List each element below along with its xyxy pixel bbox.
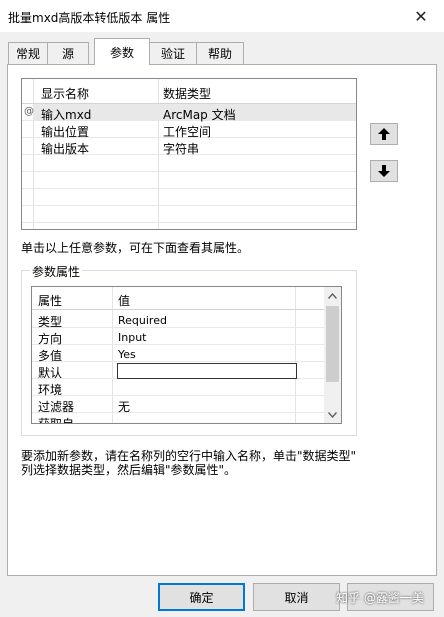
arrow-down-icon [378,165,390,177]
table-row-name[interactable]: 输出版本 [41,140,89,157]
watermark: 知乎 @露酱一美 [336,591,424,605]
property-value-direction[interactable]: Input [118,331,146,344]
property-label: 环境 [38,383,63,397]
tab-validation[interactable]: 验证 [149,42,197,64]
property-label: 多值 [38,349,63,363]
column-header-value[interactable]: 值 [118,292,130,309]
ok-button[interactable]: 确定 [158,583,245,611]
table-row-name[interactable]: 输入mxd [41,106,91,123]
close-icon: ✕ [414,6,428,26]
tab-help[interactable]: 帮助 [196,42,244,64]
window-title: 批量mxd高版本转低版本 属性 [8,11,171,25]
current-row-marker: @ [24,106,34,117]
hint-line: 列选择数据类型，然后编辑"参数属性"。 [21,463,237,477]
column-header-data-type[interactable]: 数据类型 [163,85,211,102]
title-bar: 批量mxd高版本转低版本 属性 ✕ [0,0,444,32]
property-label: 方向 [38,332,63,346]
parameters-grid[interactable]: 显示名称 数据类型 @ 输入mxd ArcMap 文档 输出位置 工作空间 输出… [21,78,357,230]
column-header-property[interactable]: 属性 [38,292,62,309]
cancel-button[interactable]: 取消 [253,583,340,611]
table-row-name[interactable]: 输出位置 [41,123,89,140]
table-row-type[interactable]: 工作空间 [163,123,211,140]
hint-line: 要添加新参数，请在名称列的空行中输入名称，单击"数据类型" [21,449,357,463]
move-down-button[interactable] [370,160,398,182]
property-value-filter[interactable]: 无 [118,398,130,415]
group-legend: 参数属性 [30,263,83,280]
scroll-up-arrow[interactable] [324,287,341,304]
property-label: 获取自 [38,417,75,424]
scrollbar-thumb[interactable] [326,306,339,382]
close-button[interactable]: ✕ [398,0,444,32]
table-row-type[interactable]: 字符串 [163,140,199,157]
move-up-button[interactable] [370,123,398,145]
scroll-down-arrow[interactable] [324,406,341,423]
column-header-display-name[interactable]: 显示名称 [41,85,89,102]
add-parameter-hint: 要添加新参数，请在名称列的空行中输入名称，单击"数据类型" 列选择数据类型，然后… [21,449,356,477]
property-value-multivalue[interactable]: Yes [118,348,136,361]
tab-source[interactable]: 源 [47,42,89,64]
property-label: 类型 [38,315,63,329]
default-value-input[interactable] [117,363,297,379]
tab-general[interactable]: 常规 [8,42,48,64]
tab-parameters[interactable]: 参数 [94,38,150,65]
parameter-hint: 单击以上任意参数，可在下面查看其属性。 [21,241,250,255]
property-label: 默认 [38,366,63,380]
arrow-up-icon [378,128,390,140]
chevron-up-icon [328,292,337,299]
chevron-down-icon [328,411,337,418]
properties-scrollbar[interactable] [324,287,341,423]
property-label: 过滤器 [38,400,75,414]
table-row-type[interactable]: ArcMap 文档 [163,106,236,123]
properties-grid[interactable]: 属性 值 类型 Required 方向 Input 多值 Yes 默认 环境 过… [31,286,342,424]
tab-strip: 常规 源 参数 验证 帮助 [0,32,444,66]
property-value-type[interactable]: Required [118,314,167,327]
